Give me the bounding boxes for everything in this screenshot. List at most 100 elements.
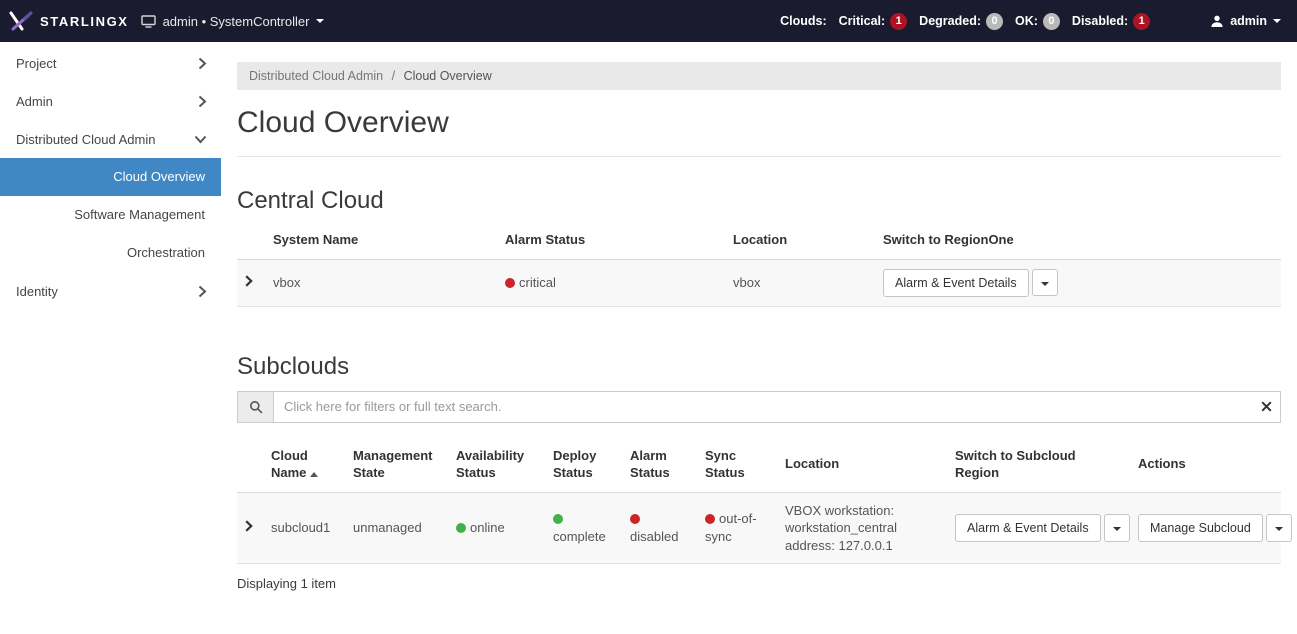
expand-row-icon[interactable]: [245, 520, 253, 532]
clouds-label: Clouds:: [780, 14, 827, 28]
central-cloud-heading: Central Cloud: [237, 187, 1281, 215]
sidebar-item-admin[interactable]: Admin: [0, 82, 221, 120]
breadcrumb-parent[interactable]: Distributed Cloud Admin: [249, 69, 383, 83]
counter-disabled-label: Disabled:: [1072, 14, 1128, 28]
cell-management-state: unmanaged: [345, 492, 448, 564]
sidebar-item-identity[interactable]: Identity: [0, 272, 221, 310]
counter-disabled-badge: 1: [1133, 13, 1150, 30]
cell-system-name: vbox: [265, 259, 497, 306]
cell-switch-regionone: Alarm & Event Details: [875, 259, 1281, 306]
counter-degraded-badge: 0: [986, 13, 1003, 30]
subclouds-heading: Subclouds: [237, 353, 1281, 381]
expand-row-icon[interactable]: [245, 275, 253, 287]
sidebar-item-label: Project: [16, 56, 56, 71]
cell-availability-status: online: [448, 492, 545, 564]
chevron-right-icon: [198, 95, 207, 108]
col-header-expand: [237, 437, 263, 493]
breadcrumb-separator: /: [392, 69, 395, 83]
sidebar-item-orchestration[interactable]: Orchestration: [0, 234, 221, 272]
col-header-location: Location: [725, 221, 875, 259]
subclouds-header-row: Cloud Name Management State Availability…: [237, 437, 1281, 493]
counter-critical[interactable]: Critical: 1: [839, 13, 908, 30]
deploy-status-text: complete: [553, 529, 606, 544]
chevron-down-icon: [1275, 527, 1283, 531]
sidebar-item-project[interactable]: Project: [0, 44, 221, 82]
cell-switch-subcloud-region: Alarm & Event Details: [947, 492, 1130, 564]
alarm-status-text: disabled: [630, 529, 678, 544]
sidebar-item-software-management[interactable]: Software Management: [0, 196, 221, 234]
alarm-event-details-button[interactable]: Alarm & Event Details: [955, 514, 1101, 542]
page-title: Cloud Overview: [237, 106, 1281, 157]
manage-subcloud-dropdown-button[interactable]: [1266, 514, 1292, 542]
manage-subcloud-button[interactable]: Manage Subcloud: [1138, 514, 1263, 542]
counter-ok-badge: 0: [1043, 13, 1060, 30]
chevron-down-icon: [1113, 527, 1121, 531]
brand[interactable]: STARLINGX: [8, 11, 129, 31]
cell-location: vbox: [725, 259, 875, 306]
sidebar: Project Admin Distributed Cloud Admin Cl…: [0, 42, 221, 634]
chevron-down-icon: [1273, 19, 1281, 23]
col-header-management-state: Management State: [345, 437, 448, 493]
critical-status-dot: [505, 278, 515, 288]
alarm-event-details-dropdown-button[interactable]: [1032, 269, 1058, 297]
col-header-actions: Actions: [1130, 437, 1281, 493]
out-of-sync-status-dot: [705, 514, 715, 524]
counter-degraded[interactable]: Degraded: 0: [919, 13, 1003, 30]
system-monitor-icon: [141, 15, 156, 28]
filter-bar: [237, 391, 1281, 423]
chevron-right-icon: [198, 285, 207, 298]
sidebar-item-label: Identity: [16, 284, 58, 299]
cell-deploy-status: complete: [545, 492, 622, 564]
central-cloud-header-row: System Name Alarm Status Location Switch…: [237, 221, 1281, 259]
sidebar-item-label: Software Management: [74, 207, 205, 222]
counter-critical-label: Critical:: [839, 14, 886, 28]
subclouds-table: Cloud Name Management State Availability…: [237, 437, 1281, 565]
disabled-status-dot: [630, 514, 640, 524]
col-header-system-name: System Name: [265, 221, 497, 259]
user-menu[interactable]: admin: [1210, 14, 1281, 28]
availability-status-text: online: [470, 520, 505, 535]
filter-input[interactable]: [273, 391, 1281, 423]
col-header-availability-status: Availability Status: [448, 437, 545, 493]
chevron-down-icon: [1041, 282, 1049, 286]
cell-actions: Manage Subcloud: [1130, 492, 1281, 564]
app-window: STARLINGX admin • SystemController Cloud…: [0, 0, 1297, 634]
col-header-location: Location: [777, 437, 947, 493]
col-header-alarm-status: Alarm Status: [497, 221, 725, 259]
breadcrumb-current: Cloud Overview: [404, 69, 492, 83]
sort-ascending-icon: [310, 472, 318, 477]
region-context-label: admin • SystemController: [163, 14, 310, 29]
sidebar-item-distributed-cloud-admin[interactable]: Distributed Cloud Admin: [0, 120, 221, 158]
sidebar-item-cloud-overview[interactable]: Cloud Overview: [0, 158, 221, 196]
col-header-switch-subcloud-region: Switch to Subcloud Region: [947, 437, 1130, 493]
chevron-right-icon: [198, 57, 207, 70]
cell-cloud-name: subcloud1: [263, 492, 345, 564]
alarm-event-details-dropdown-button[interactable]: [1104, 514, 1130, 542]
cell-sync-status: out-of-sync: [697, 492, 777, 564]
topbar-status-area: Clouds: Critical: 1 Degraded: 0 OK: 0 Di…: [780, 13, 1281, 30]
main-content: Distributed Cloud Admin / Cloud Overview…: [221, 42, 1297, 634]
cell-location: VBOX workstation: workstation_central ad…: [777, 492, 947, 564]
col-header-expand: [237, 221, 265, 259]
topbar: STARLINGX admin • SystemController Cloud…: [0, 0, 1297, 42]
counter-critical-badge: 1: [890, 13, 907, 30]
col-header-cloud-name[interactable]: Cloud Name: [263, 437, 345, 493]
clear-filter-icon[interactable]: [1261, 401, 1272, 412]
counter-disabled[interactable]: Disabled: 1: [1072, 13, 1150, 30]
chevron-down-icon: [316, 19, 324, 23]
counter-degraded-label: Degraded:: [919, 14, 981, 28]
table-footer: Displaying 1 item: [237, 576, 1281, 591]
sidebar-item-label: Orchestration: [127, 245, 205, 260]
counter-ok[interactable]: OK: 0: [1015, 13, 1060, 30]
cell-alarm-status: disabled: [622, 492, 697, 564]
search-button[interactable]: [237, 391, 273, 423]
region-context-menu[interactable]: admin • SystemController: [141, 14, 325, 29]
brand-text: STARLINGX: [40, 14, 129, 29]
col-header-deploy-status: Deploy Status: [545, 437, 622, 493]
col-header-sync-status: Sync Status: [697, 437, 777, 493]
table-row: subcloud1 unmanaged online complete disa…: [237, 492, 1281, 564]
user-icon: [1210, 14, 1224, 28]
online-status-dot: [456, 523, 466, 533]
col-header-alarm-status: Alarm Status: [622, 437, 697, 493]
alarm-event-details-button[interactable]: Alarm & Event Details: [883, 269, 1029, 297]
